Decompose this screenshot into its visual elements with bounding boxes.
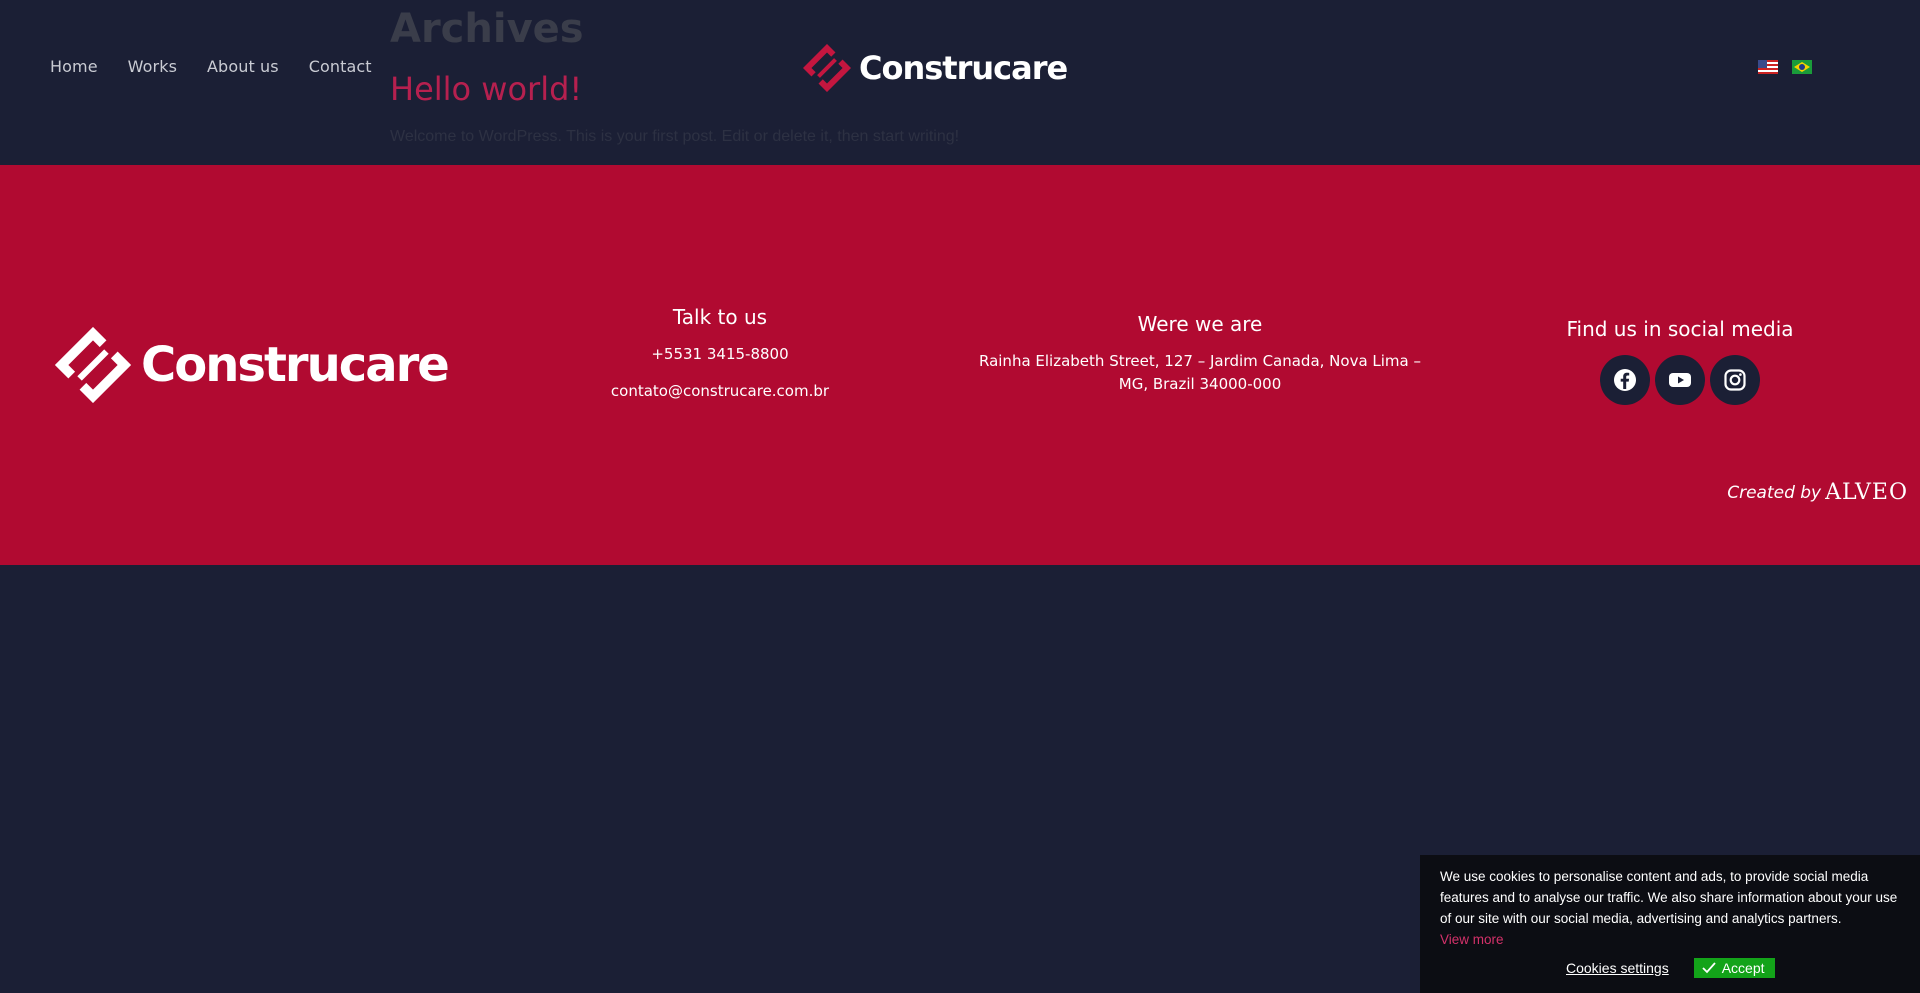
cookie-view-more-link[interactable]: View more: [1440, 932, 1504, 947]
facebook-button[interactable]: [1600, 355, 1650, 405]
checkmark-icon: [1702, 962, 1716, 974]
site-footer: Construcare Talk to us +5531 3415-8800 c…: [0, 165, 1920, 565]
accept-label: Accept: [1721, 960, 1765, 976]
us-flag-icon[interactable]: [1758, 60, 1778, 74]
cookie-actions: Cookies settings Accept: [1566, 958, 1775, 978]
archive-title: Archives: [390, 6, 584, 52]
alveo-logo: ALVEO: [1825, 480, 1908, 505]
social-links: [1530, 355, 1830, 405]
site-header: Home Works About us Contact Archives Hel…: [0, 0, 1920, 165]
cookie-message: We use cookies to personalise content an…: [1440, 866, 1900, 950]
instagram-icon: [1724, 369, 1746, 391]
instagram-button[interactable]: [1710, 355, 1760, 405]
address-text: Rainha Elizabeth Street, 127 – Jardim Ca…: [978, 352, 1422, 393]
header-logo[interactable]: Construcare: [803, 44, 1068, 92]
cookie-banner: We use cookies to personalise content an…: [1420, 855, 1920, 993]
cookies-settings-link[interactable]: Cookies settings: [1566, 960, 1669, 976]
construcare-logo-mark-icon: [55, 327, 131, 403]
main-nav: Home Works About us Contact: [50, 57, 372, 76]
created-by-credit[interactable]: Created by ALVEO: [1727, 480, 1908, 505]
footer-logo[interactable]: Construcare: [55, 327, 450, 403]
cookie-message-text: We use cookies to personalise content an…: [1440, 869, 1898, 926]
nav-home[interactable]: Home: [50, 57, 98, 76]
nav-works[interactable]: Works: [128, 57, 177, 76]
footer-brand-name: Construcare: [141, 337, 450, 393]
social-heading: Find us in social media: [1566, 317, 1794, 341]
social-section: Find us in social media: [1530, 317, 1830, 405]
location-heading: Were we are: [1137, 312, 1263, 336]
post-title-link[interactable]: Hello world!: [390, 70, 582, 108]
nav-contact[interactable]: Contact: [309, 57, 372, 76]
language-switcher: [1758, 60, 1812, 74]
talk-heading: Talk to us: [672, 305, 768, 329]
brazil-flag-icon[interactable]: [1792, 60, 1812, 74]
email-link[interactable]: contato@construcare.com.br: [560, 380, 880, 403]
post-excerpt: Welcome to WordPress. This is your first…: [390, 128, 960, 145]
accept-cookies-button[interactable]: Accept: [1693, 958, 1775, 978]
created-by-label: Created by: [1727, 482, 1822, 503]
construcare-logo-mark-icon: [803, 44, 851, 92]
facebook-icon: [1614, 369, 1636, 391]
nav-about-us[interactable]: About us: [207, 57, 279, 76]
youtube-icon: [1669, 373, 1691, 387]
header-brand-name: Construcare: [859, 49, 1068, 87]
talk-to-us-section: Talk to us +5531 3415-8800 contato@const…: [560, 305, 880, 403]
location-section: Were we are Rainha Elizabeth Street, 127…: [975, 312, 1425, 396]
youtube-button[interactable]: [1655, 355, 1705, 405]
phone-link[interactable]: +5531 3415-8800: [560, 343, 880, 366]
